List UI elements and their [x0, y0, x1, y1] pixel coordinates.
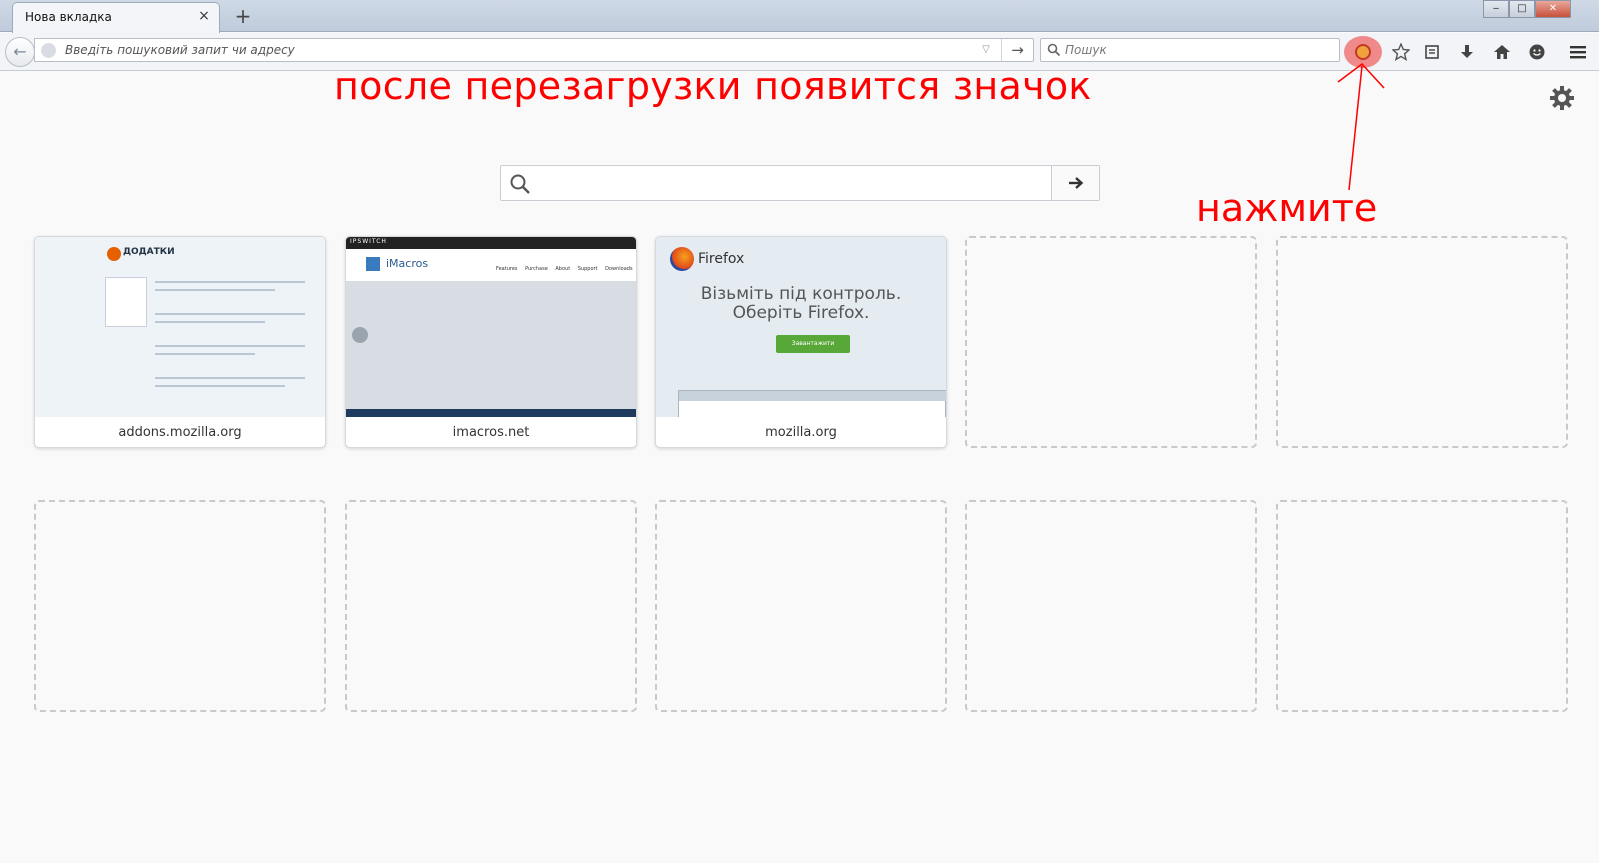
carousel-dot [352, 327, 368, 343]
extension-icon[interactable] [1344, 36, 1382, 68]
tile-label: imacros.net [452, 425, 530, 440]
url-input[interactable] [65, 41, 945, 59]
search-bar[interactable] [1040, 38, 1340, 62]
go-button[interactable]: → [1001, 39, 1033, 61]
gear-icon[interactable] [1548, 84, 1576, 112]
thumb-download-button: Завантажити [776, 335, 850, 353]
tile-mozilla[interactable]: Firefox Візьміть під контроль. Оберіть F… [655, 236, 947, 448]
thumb-sidebar [105, 277, 147, 327]
window-controls: ‒ □ ✕ [1483, 0, 1571, 18]
menu-icon[interactable] [1566, 40, 1590, 64]
firefox-logo [670, 247, 694, 271]
tile-empty [965, 500, 1257, 712]
home-icon[interactable] [1490, 40, 1514, 64]
search-icon [510, 174, 530, 194]
thumb-logo-text: iMacros [386, 257, 429, 270]
search-input[interactable] [1065, 41, 1325, 59]
tile-empty [345, 500, 637, 712]
thumb-title: ДОДАТКИ [123, 247, 175, 257]
imacros-logo [366, 257, 380, 271]
annotation-click-note: нажмите [1196, 186, 1378, 230]
identity-icon[interactable] [41, 43, 56, 58]
tile-thumbnail: ДОДАТКИ [35, 237, 325, 417]
hello-chat-icon[interactable] [1525, 40, 1549, 64]
bookmarks-menu-icon[interactable] [1420, 40, 1444, 64]
tile-thumbnail: IPSWITCH iMacros Features Purchase About… [346, 237, 636, 417]
tile-empty [1276, 236, 1568, 448]
downloads-icon[interactable] [1455, 40, 1479, 64]
thumb-headline: Візьміть під контроль. Оберіть Firefox. [700, 284, 902, 323]
annotation-reload-note: после перезагрузки появится значок [334, 64, 1092, 108]
thumb-brand: Firefox [698, 251, 745, 267]
arrow-right-icon [1068, 177, 1083, 189]
tile-imacros[interactable]: IPSWITCH iMacros Features Purchase About… [345, 236, 637, 448]
thumb-menu: Features Purchase About Support Download… [496, 266, 633, 272]
imacros-icon [1355, 44, 1371, 60]
tile-empty [965, 236, 1257, 448]
firefox-logo [107, 247, 121, 261]
tile-label: mozilla.org [765, 425, 837, 440]
tile-empty [1276, 500, 1568, 712]
search-icon [1047, 43, 1061, 57]
tile-label: addons.mozilla.org [118, 425, 242, 440]
content-search-box[interactable] [500, 165, 1100, 201]
tile-empty [34, 500, 326, 712]
content-search-input[interactable] [541, 172, 1041, 196]
bookmark-star-icon[interactable] [1389, 40, 1413, 64]
tab-close-icon[interactable]: × [195, 7, 213, 25]
maximize-button[interactable]: □ [1509, 0, 1535, 18]
history-dropdown-icon[interactable]: ▽ [978, 42, 994, 58]
url-bar[interactable]: ▽ → [34, 38, 1034, 62]
tab-strip: Нова вкладка × + ‒ □ ✕ [0, 0, 1599, 33]
tile-empty [655, 500, 947, 712]
tab-title: Нова вкладка [25, 10, 112, 24]
tile-thumbnail: Firefox Візьміть під контроль. Оберіть F… [656, 237, 946, 417]
minimize-button[interactable]: ‒ [1483, 0, 1509, 18]
content-search-go-button[interactable] [1051, 166, 1099, 200]
new-tab-button[interactable]: + [232, 5, 254, 27]
back-button[interactable]: ← [5, 37, 35, 67]
tile-addons[interactable]: ДОДАТКИ addons.mozilla.org [34, 236, 326, 448]
tab-new-tab[interactable]: Нова вкладка × [12, 2, 220, 33]
thumb-brand: IPSWITCH [350, 238, 387, 245]
close-window-button[interactable]: ✕ [1535, 0, 1571, 18]
